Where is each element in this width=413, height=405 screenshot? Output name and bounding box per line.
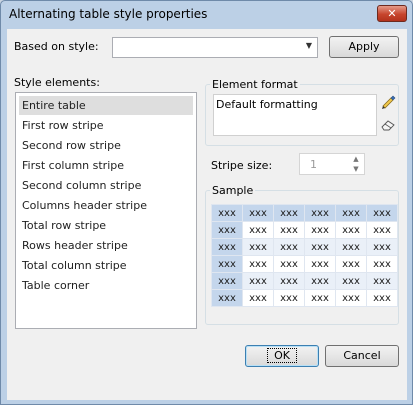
- sample-cell: xxx: [366, 238, 398, 256]
- sample-cell: xxx: [273, 204, 305, 222]
- sample-cell: xxx: [211, 255, 243, 273]
- list-item[interactable]: Table corner: [19, 276, 193, 295]
- sample-table: xxx xxx xxx xxx xxx xxx xxx xxx xxx xxx xxx xxx xxx x…: [211, 204, 398, 307]
- sample-group: Sample xxx xxx xxx xxx xxx xxx xxx xxx xxx xxx xxx…: [205, 184, 399, 325]
- sample-cell: xxx: [366, 204, 398, 222]
- based-on-style-combo[interactable]: ▼: [112, 37, 318, 58]
- list-item[interactable]: Entire table: [19, 96, 193, 115]
- list-item[interactable]: Second row stripe: [19, 136, 193, 155]
- element-format-title: Element format: [210, 78, 300, 91]
- sample-cell: xxx: [335, 289, 367, 307]
- sample-title: Sample: [210, 184, 256, 197]
- close-button[interactable]: ✕: [377, 5, 407, 22]
- sample-cell: xxx: [366, 272, 398, 290]
- sample-cell: xxx: [273, 272, 305, 290]
- sample-cell: xxx: [242, 238, 274, 256]
- sample-row: xxx xxx xxx xxx xxx xxx: [211, 204, 398, 222]
- sample-row: xxx xxx xxx xxx xxx xxx: [211, 221, 398, 239]
- sample-cell: xxx: [304, 255, 336, 273]
- list-item[interactable]: Total row stripe: [19, 216, 193, 235]
- sample-cell: xxx: [211, 272, 243, 290]
- sample-cell: xxx: [242, 289, 274, 307]
- sample-cell: xxx: [335, 255, 367, 273]
- cancel-button[interactable]: Cancel: [325, 345, 399, 367]
- apply-button[interactable]: Apply: [329, 36, 399, 58]
- pencil-icon[interactable]: [380, 94, 396, 110]
- title-bar[interactable]: Alternating table style properties ✕: [1, 1, 412, 29]
- sample-cell: xxx: [273, 289, 305, 307]
- sample-cell: xxx: [304, 272, 336, 290]
- stripe-size-value: 1: [310, 158, 317, 171]
- list-item[interactable]: Second column stripe: [19, 176, 193, 195]
- stripe-size-label: Stripe size:: [211, 159, 273, 172]
- sample-cell: xxx: [335, 221, 367, 239]
- chevron-up-icon[interactable]: ▲: [351, 155, 361, 164]
- sample-cell: xxx: [304, 289, 336, 307]
- dialog-title: Alternating table style properties: [9, 7, 208, 21]
- sample-cell: xxx: [211, 238, 243, 256]
- element-format-value: Default formatting: [216, 98, 318, 111]
- list-item[interactable]: First column stripe: [19, 156, 193, 175]
- close-icon: ✕: [387, 7, 397, 20]
- list-item[interactable]: Total column stripe: [19, 256, 193, 275]
- style-elements-list[interactable]: Entire table First row stripe Second row…: [15, 92, 197, 329]
- sample-cell: xxx: [242, 255, 274, 273]
- sample-cell: xxx: [304, 204, 336, 222]
- sample-row: xxx xxx xxx xxx xxx xxx: [211, 289, 398, 307]
- sample-cell: xxx: [211, 221, 243, 239]
- sample-cell: xxx: [211, 204, 243, 222]
- sample-cell: xxx: [273, 255, 305, 273]
- sample-cell: xxx: [242, 272, 274, 290]
- sample-cell: xxx: [273, 221, 305, 239]
- chevron-down-icon[interactable]: ▼: [351, 165, 361, 174]
- list-item[interactable]: First row stripe: [19, 116, 193, 135]
- sample-cell: xxx: [335, 272, 367, 290]
- list-item[interactable]: Rows header stripe: [19, 236, 193, 255]
- chevron-down-icon[interactable]: ▼: [306, 41, 312, 50]
- based-on-style-label: Based on style:: [14, 40, 99, 53]
- stripe-size-stepper[interactable]: 1 ▲ ▼: [299, 153, 365, 175]
- ok-button[interactable]: OK: [245, 345, 319, 367]
- sample-cell: xxx: [335, 238, 367, 256]
- sample-row: xxx xxx xxx xxx xxx xxx: [211, 272, 398, 290]
- dialog-body: Based on style: ▼ Apply Style elements: …: [7, 29, 407, 400]
- dialog-window: Alternating table style properties ✕ Bas…: [0, 0, 413, 405]
- sample-cell: xxx: [304, 238, 336, 256]
- sample-cell: xxx: [273, 238, 305, 256]
- sample-cell: xxx: [335, 204, 367, 222]
- style-elements-label: Style elements:: [14, 76, 100, 89]
- sample-cell: xxx: [366, 289, 398, 307]
- ok-label: OK: [267, 348, 297, 363]
- sample-row: xxx xxx xxx xxx xxx xxx: [211, 255, 398, 273]
- sample-cell: xxx: [366, 255, 398, 273]
- sample-cell: xxx: [242, 204, 274, 222]
- sample-cell: xxx: [366, 221, 398, 239]
- element-format-group: Element format Default formatting: [205, 78, 399, 146]
- list-item[interactable]: Columns header stripe: [19, 196, 193, 215]
- sample-row: xxx xxx xxx xxx xxx xxx: [211, 238, 398, 256]
- sample-cell: xxx: [304, 221, 336, 239]
- sample-cell: xxx: [211, 289, 243, 307]
- element-format-box: Default formatting: [213, 94, 377, 136]
- eraser-icon[interactable]: [380, 116, 396, 132]
- sample-cell: xxx: [242, 221, 274, 239]
